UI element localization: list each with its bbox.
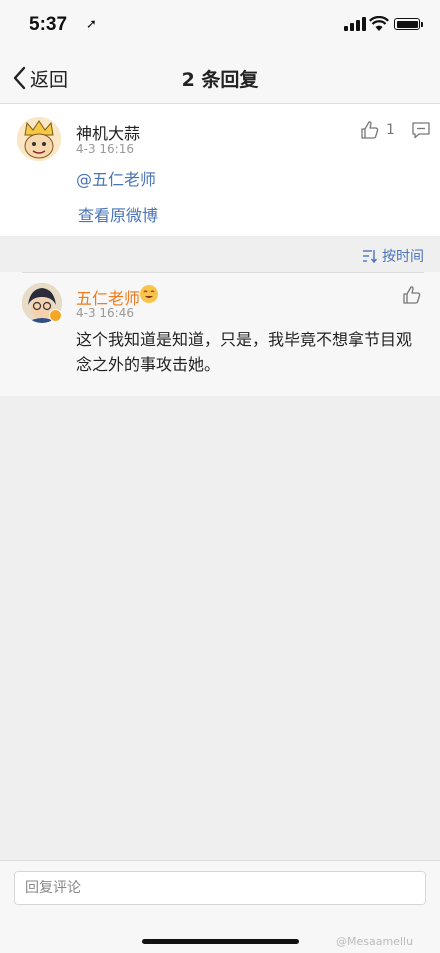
verified-badge-icon [49, 309, 62, 322]
comment-author[interactable]: 神机大蒜 [76, 120, 140, 144]
page-title: 2 条回复 [181, 69, 259, 91]
mention-link[interactable]: @五仁老师 [76, 166, 156, 190]
reply-text: 这个我知道是知道，只是，我毕竟不想拿节目观念之外的事攻击她。 [76, 330, 413, 374]
wifi-icon [369, 16, 389, 31]
vip-emoji-badge-icon [140, 285, 158, 303]
reply-comment-input[interactable] [14, 871, 426, 905]
avatar[interactable] [17, 117, 61, 161]
home-indicator [142, 939, 299, 944]
bottom-bar: @Mesaamellu [0, 860, 440, 953]
cartoon-king-avatar-icon [17, 117, 61, 161]
root-comment: 神机大蒜 4-3 16:16 @五仁老师 查看原微博 1 [0, 104, 440, 236]
divider [22, 272, 424, 273]
reply-item: 五仁老师 4-3 16:46 这个我知道是知道，只是，我毕竟不想拿节目观念之外的… [0, 272, 440, 396]
status-bar: 5:37 ➚ [0, 0, 440, 52]
like-count: 1 [386, 122, 395, 138]
like-button[interactable]: 1 [360, 120, 395, 140]
battery-icon [394, 18, 420, 30]
thumbs-up-icon [361, 121, 379, 139]
sort-label: 按时间 [382, 249, 424, 265]
sort-bar: 按时间 [0, 236, 440, 272]
comment-date: 4-3 16:16 [76, 142, 134, 156]
reply-date: 4-3 16:46 [76, 306, 134, 320]
nav-bar: 返回 2 条回复 [0, 52, 440, 104]
view-original-link[interactable]: 查看原微博 [78, 202, 158, 226]
sort-by-time-button[interactable]: 按时间 [362, 246, 424, 266]
location-arrow-icon: ➚ [86, 17, 97, 32]
sort-icon [363, 250, 378, 263]
comment-icon[interactable] [411, 121, 431, 139]
watermark: @Mesaamellu [336, 935, 414, 948]
signal-icon [344, 17, 366, 31]
status-time: 5:37 [29, 14, 68, 35]
thumbs-up-icon[interactable] [402, 285, 422, 305]
